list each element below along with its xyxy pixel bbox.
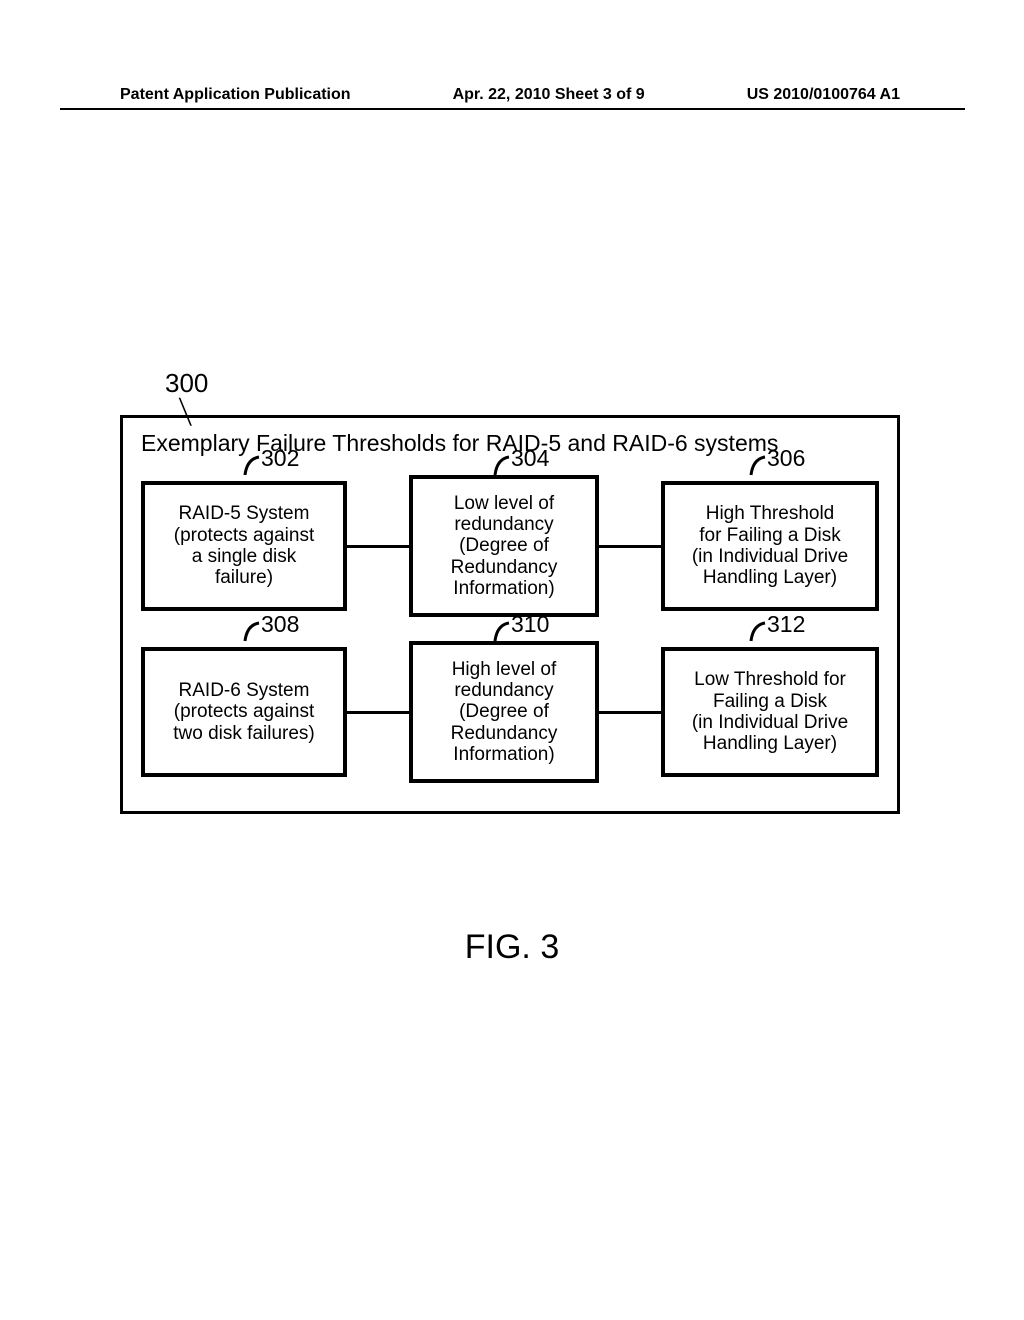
diagram-row: 308 310 312 RAID-6 System (protects agai… <box>141 641 879 783</box>
diagram-container: Exemplary Failure Thresholds for RAID-5 … <box>120 415 900 814</box>
header-left: Patent Application Publication <box>120 86 351 104</box>
page-header: Patent Application Publication Apr. 22, … <box>120 86 900 104</box>
leader-hook-icon <box>237 621 263 643</box>
connector-line <box>345 711 411 714</box>
connector-line <box>597 711 663 714</box>
diagram-box-raid6-system: RAID-6 System (protects against two disk… <box>141 647 347 777</box>
connector-line <box>597 545 663 548</box>
leader-hook-icon <box>743 621 769 643</box>
box-text: High level of redundancy (Degree of Redu… <box>451 659 558 765</box>
diagram-box-raid5-system: RAID-5 System (protects against a single… <box>141 481 347 611</box>
diagram-box-high-threshold: High Threshold for Failing a Disk (in In… <box>661 481 879 611</box>
diagram-row: 302 304 306 RAID-5 System (protects agai… <box>141 475 879 617</box>
box-text: Low level of redundancy (Degree of Redun… <box>451 493 558 599</box>
box-text: Low Threshold for Failing a Disk (in Ind… <box>692 669 848 754</box>
box-text: High Threshold for Failing a Disk (in In… <box>692 503 848 588</box>
diagram-ref-number: 300 <box>165 368 208 399</box>
box-ref-number: 310 <box>511 611 549 638</box>
box-ref-number: 306 <box>767 445 805 472</box>
header-right: US 2010/0100764 A1 <box>747 86 900 104</box>
diagram-box-high-redundancy: High level of redundancy (Degree of Redu… <box>409 641 599 783</box>
box-text: RAID-6 System (protects against two disk… <box>173 680 315 744</box>
header-center: Apr. 22, 2010 Sheet 3 of 9 <box>453 86 645 104</box>
diagram-box-low-threshold: Low Threshold for Failing a Disk (in Ind… <box>661 647 879 777</box>
box-ref-number: 302 <box>261 445 299 472</box>
box-text: RAID-5 System (protects against a single… <box>174 503 314 588</box>
box-ref-number: 304 <box>511 445 549 472</box>
leader-hook-icon <box>743 455 769 477</box>
figure-label: FIG. 3 <box>0 928 1024 967</box>
leader-hook-icon <box>237 455 263 477</box>
box-ref-number: 308 <box>261 611 299 638</box>
diagram-box-low-redundancy: Low level of redundancy (Degree of Redun… <box>409 475 599 617</box>
connector-line <box>345 545 411 548</box>
leader-hook-icon <box>487 621 513 643</box>
box-ref-number: 312 <box>767 611 805 638</box>
header-rule <box>60 108 965 110</box>
leader-hook-icon <box>487 455 513 477</box>
